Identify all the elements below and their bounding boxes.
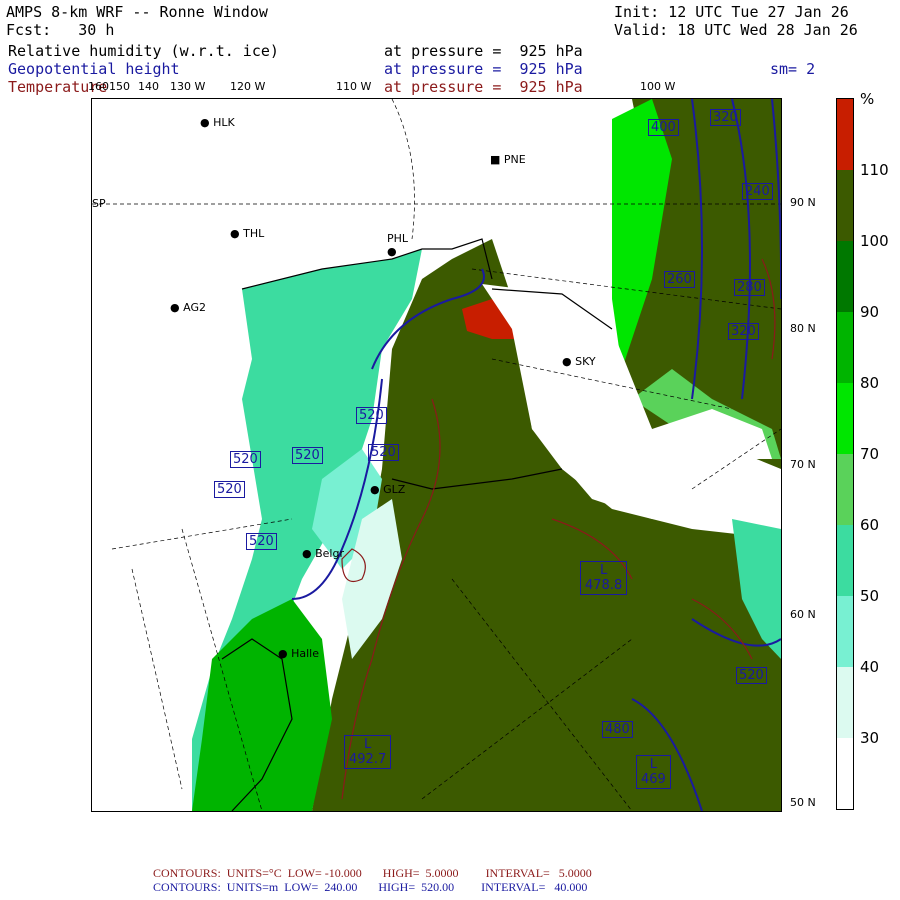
height-contour-label: 520 <box>292 447 323 464</box>
low-pressure-label: L 478.8 <box>580 561 628 595</box>
lat-label: 60 N <box>790 608 816 621</box>
lon-label: 140 <box>138 80 159 93</box>
lon-label: 160150 <box>88 80 130 93</box>
height-contour-label: 520 <box>214 481 245 498</box>
colorbar-swatch <box>837 454 853 525</box>
lon-label: 100 W <box>640 80 676 93</box>
station-thl: ● THL <box>230 227 265 240</box>
footer-temp-contours: CONTOURS: UNITS=°C LOW= -10.000 HIGH= 5.… <box>153 866 592 880</box>
smoothing-label: sm= 2 <box>770 60 816 78</box>
init-time: Init: 12 UTC Tue 27 Jan 26 <box>614 3 849 21</box>
station-pne: ■ PNE <box>490 153 526 166</box>
low-pressure-label: L 469 <box>636 755 671 789</box>
height-contour-label: 320 <box>728 323 759 340</box>
height-contour-label: 280 <box>734 279 765 296</box>
lat-label: 90 N <box>790 196 816 209</box>
colorbar-swatch <box>837 170 853 241</box>
field-height-name: Geopotential height <box>8 60 180 78</box>
colorbar-swatch <box>837 312 853 383</box>
lat-label: 70 N <box>790 458 816 471</box>
colorbar-swatch <box>837 99 853 170</box>
field-height-level: at pressure = 925 hPa <box>384 60 583 78</box>
pole-label: SP <box>92 197 106 210</box>
lat-label: 50 N <box>790 796 816 809</box>
field-rh-level: at pressure = 925 hPa <box>384 42 583 60</box>
height-contour-label: 520 <box>246 533 277 550</box>
height-contour-label: 400 <box>648 119 679 136</box>
colorbar-tick: 30 <box>860 729 880 747</box>
height-contour-label: 260 <box>664 271 695 288</box>
station-halle: ● Halle <box>278 647 320 660</box>
height-contour-label: 520 <box>356 407 387 424</box>
model-title: AMPS 8-km WRF -- Ronne Window <box>6 3 268 21</box>
colorbar-tick: 60 <box>860 516 880 534</box>
field-temp-level: at pressure = 925 hPa <box>384 78 583 96</box>
station-sky: ● SKY <box>562 355 596 368</box>
height-contour-label: 320 <box>710 109 741 126</box>
colorbar-tick: 70 <box>860 445 880 463</box>
valid-time: Valid: 18 UTC Wed 28 Jan 26 <box>614 21 858 39</box>
colorbar-swatch <box>837 738 853 809</box>
colorbar-tick: 80 <box>860 374 880 392</box>
lat-label: 80 N <box>790 322 816 335</box>
colorbar <box>836 98 854 810</box>
colorbar-tick: 100 <box>860 232 889 250</box>
height-contour-label: 520 <box>736 667 767 684</box>
station-belgr: ● Belgr <box>302 547 344 560</box>
height-contour-label: 520 <box>230 451 261 468</box>
colorbar-swatch <box>837 241 853 312</box>
low-pressure-label: L 492.7 <box>344 735 392 769</box>
height-contour-label: 520 <box>368 444 399 461</box>
colorbar-tick: 40 <box>860 658 880 676</box>
map-graphic <box>92 99 781 811</box>
lon-label: 130 W <box>170 80 206 93</box>
colorbar-tick: 110 <box>860 161 889 179</box>
station-phl: PHL ● <box>387 232 409 258</box>
station-hlk: ● HLK <box>200 116 235 129</box>
station-glz: ● GLZ <box>370 483 406 496</box>
colorbar-swatch <box>837 525 853 596</box>
forecast-hour: Fcst: 30 h <box>6 21 115 39</box>
field-rh-name: Relative humidity (w.r.t. ice) <box>8 42 279 60</box>
footer-height-contours: CONTOURS: UNITS=m LOW= 240.00 HIGH= 520.… <box>153 880 588 894</box>
height-contour-label: 480 <box>602 721 633 738</box>
lon-label: 120 W <box>230 80 266 93</box>
colorbar-tick: 50 <box>860 587 880 605</box>
colorbar-tick: 90 <box>860 303 880 321</box>
colorbar-swatch <box>837 596 853 667</box>
map-panel: ● HLK ■ PNE ● THL PHL ● ● AG2 ● SKY ● GLZ… <box>91 98 782 812</box>
lon-label: 110 W <box>336 80 372 93</box>
station-ag2: ● AG2 <box>170 301 206 314</box>
colorbar-unit: % <box>860 90 875 108</box>
height-contour-label: 240 <box>742 183 773 200</box>
colorbar-swatch <box>837 667 853 738</box>
colorbar-swatch <box>837 383 853 454</box>
